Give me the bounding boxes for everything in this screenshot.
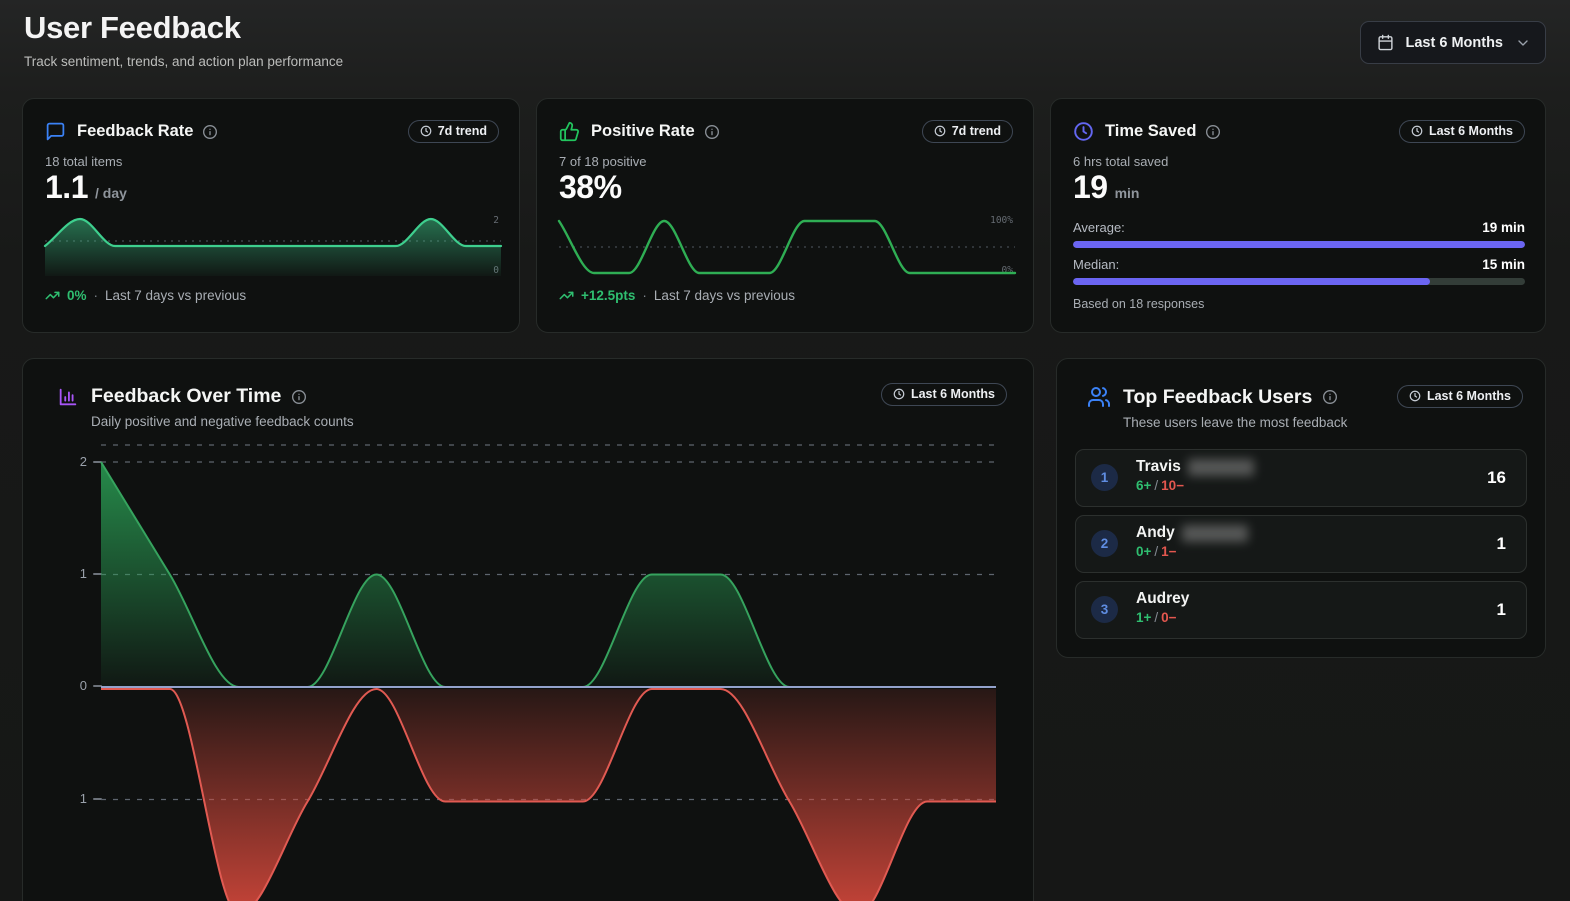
feedback-rate-card: Feedback Rate 7d trend 18 total items 1.… <box>22 98 520 333</box>
section-title: Top Feedback Users <box>1123 385 1313 408</box>
positive-rate-sparkline: 100% 0% <box>557 215 1017 280</box>
user-feedback-stats: 1+/0− <box>1136 610 1177 625</box>
trending-up-icon <box>559 288 574 303</box>
clock-small-icon <box>420 125 432 137</box>
calendar-icon <box>1377 34 1394 51</box>
trend-badge[interactable]: 7d trend <box>407 120 499 143</box>
section-subtitle: These users leave the most feedback <box>1123 415 1348 430</box>
card-title: Feedback Rate <box>77 122 194 140</box>
user-name: Audrey <box>1136 590 1190 607</box>
y-axis-tick: 0 <box>79 678 87 693</box>
feedback-over-time-card: Feedback Over Time Daily positive and ne… <box>22 358 1034 901</box>
info-icon[interactable] <box>704 124 720 140</box>
time-saved-unit: min <box>1114 185 1140 201</box>
feedback-count: 1 <box>1496 534 1506 553</box>
feedback-rate-unit: / day <box>94 185 127 201</box>
user-row[interactable]: 3 Audrey 1+/0− 1 <box>1075 581 1527 639</box>
user-name: Andy <box>1136 524 1248 542</box>
total-items-label: 18 total items <box>45 154 123 169</box>
user-feedback-stats: 0+/1− <box>1136 544 1177 559</box>
range-badge[interactable]: Last 6 Months <box>880 383 1007 406</box>
feedback-rate-value: 1.1 <box>45 169 88 205</box>
feedback-count: 16 <box>1487 468 1506 487</box>
y-axis-tick: 1 <box>79 791 87 806</box>
card-title: Time Saved <box>1105 122 1197 140</box>
responses-footnote: Based on 18 responses <box>1073 297 1205 311</box>
positive-rate-card: Positive Rate 7d trend 7 of 18 positive … <box>536 98 1034 333</box>
median-value: 15 min <box>1482 257 1525 272</box>
feedback-over-time-plot[interactable] <box>100 444 996 901</box>
user-row[interactable]: 2 Andy 0+/1− 1 <box>1075 515 1527 573</box>
time-saved-value: 19 <box>1073 169 1108 205</box>
total-saved-label: 6 hrs total saved <box>1073 154 1169 169</box>
user-feedback-stats: 6+/10− <box>1136 478 1185 493</box>
user-name: Travis <box>1136 458 1254 476</box>
section-subtitle: Daily positive and negative feedback cou… <box>91 414 354 429</box>
median-progress-bar <box>1073 278 1525 285</box>
clock-icon <box>1073 121 1094 142</box>
positive-rate-value: 38% <box>559 169 622 205</box>
redacted-name <box>1181 524 1248 542</box>
top-feedback-users-card: Top Feedback Users These users leave the… <box>1056 358 1546 658</box>
rank-badge: 1 <box>1091 464 1118 491</box>
clock-small-icon <box>934 125 946 137</box>
delta-caption: Last 7 days vs previous <box>653 288 795 303</box>
y-axis-tick: 1 <box>79 566 87 581</box>
range-badge[interactable]: Last 6 Months <box>1398 120 1525 143</box>
average-label: Average: <box>1073 220 1125 235</box>
delta-caption: Last 7 days vs previous <box>105 288 247 303</box>
user-feedback-dashboard: User Feedback Track sentiment, trends, a… <box>0 0 1570 901</box>
page-subtitle: Track sentiment, trends, and action plan… <box>24 54 344 69</box>
range-badge[interactable]: Last 6 Months <box>1396 385 1523 408</box>
info-icon[interactable] <box>1322 389 1338 405</box>
average-value: 19 min <box>1482 220 1525 235</box>
date-range-label: Last 6 Months <box>1405 34 1503 51</box>
page-title: User Feedback <box>24 10 241 45</box>
users-icon <box>1087 385 1111 409</box>
trending-up-icon <box>45 288 60 303</box>
info-icon[interactable] <box>291 389 307 405</box>
message-square-icon <box>45 121 66 142</box>
card-title: Positive Rate <box>591 122 695 140</box>
redacted-name <box>1187 458 1254 476</box>
feedback-count: 1 <box>1496 600 1506 619</box>
info-icon[interactable] <box>1205 124 1221 140</box>
median-label: Median: <box>1073 257 1120 272</box>
feedback-rate-sparkline: 2 0 <box>43 215 503 280</box>
clock-small-icon <box>893 388 905 400</box>
chevron-down-icon <box>1515 35 1531 51</box>
average-progress-bar <box>1073 241 1525 248</box>
section-title: Feedback Over Time <box>91 385 282 407</box>
clock-small-icon <box>1411 125 1423 137</box>
rank-badge: 2 <box>1091 530 1118 557</box>
info-icon[interactable] <box>202 124 218 140</box>
bar-chart-icon <box>57 386 79 408</box>
trend-badge[interactable]: 7d trend <box>921 120 1013 143</box>
clock-small-icon <box>1409 390 1421 402</box>
user-row[interactable]: 1 Travis 6+/10− 16 <box>1075 449 1527 507</box>
rank-badge: 3 <box>1091 596 1118 623</box>
date-range-selector[interactable]: Last 6 Months <box>1359 21 1546 64</box>
y-axis-tick: 2 <box>79 454 87 469</box>
delta-value: 0% <box>67 288 87 303</box>
thumbs-up-icon <box>559 121 580 142</box>
time-saved-card: Time Saved Last 6 Months 6 hrs total sav… <box>1050 98 1546 333</box>
positive-count-label: 7 of 18 positive <box>559 154 647 169</box>
delta-value: +12.5pts <box>581 288 636 303</box>
